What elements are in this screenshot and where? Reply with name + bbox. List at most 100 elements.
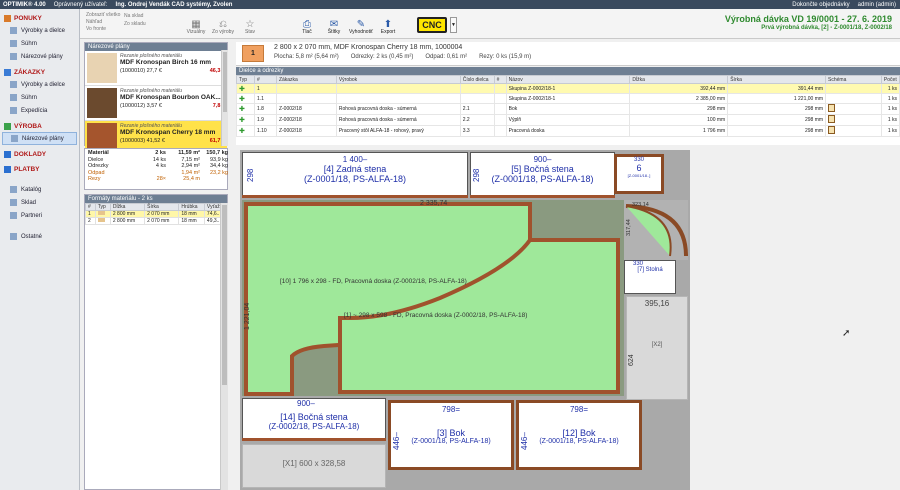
formats-col-header[interactable]: # <box>85 203 96 211</box>
piece-12[interactable]: 798= [12] Bok (Z-0001/18, PS-ALFA-18) <box>516 400 642 470</box>
piece-3[interactable]: 798= [3] Bok (Z-0001/18, PS-ALFA-18) <box>388 400 514 470</box>
piece-4[interactable]: 1 400– [4] Zadná stena (Z-0001/18, PS-AL… <box>242 152 468 197</box>
sidebar-section-2[interactable]: VÝROBA <box>0 121 79 132</box>
piece-12-ref: (Z-0001/18, PS-ALFA-18) <box>539 438 619 445</box>
material-item[interactable]: Rezanie plošného materiálu MDF Kronospan … <box>85 51 227 86</box>
plan-header: 1 2 800 x 2 070 mm, MDF Kronospan Cherry… <box>236 42 900 66</box>
from-stock-option[interactable]: Zo skladu <box>124 20 146 28</box>
table-row[interactable]: ✚ 1 Skupina Z-0002/18-1 392,44 mm 391,44 mm 1… <box>236 83 900 94</box>
sidebar-section-3[interactable]: DOKLADY <box>0 149 79 160</box>
toolbar-button-6[interactable]: ⬆ Export <box>376 11 400 35</box>
toolbar-button-5[interactable]: ✎ Vyhodnotiť <box>349 11 373 35</box>
to-stock-option[interactable]: Na sklad <box>124 12 146 20</box>
parts-col-header[interactable]: Schéma <box>825 75 882 84</box>
piece-6[interactable]: 330 6 [Z-0001/18..] <box>614 154 664 194</box>
sidebar-item-1-1[interactable]: Súhrn <box>0 91 79 104</box>
offcut-x2[interactable]: 395,16 [X2] <box>626 296 688 400</box>
piece-7-name: [7] Stolná <box>637 267 663 273</box>
part-type-icon: ✚ <box>236 83 255 94</box>
formats-col-header[interactable]: Hrúbka <box>178 203 205 211</box>
sidebar-item-5-2[interactable]: Partneri <box>0 209 79 222</box>
account-menu[interactable]: admin (admin) <box>858 2 896 8</box>
user-label: Oprávnený užívateľ: <box>53 1 108 8</box>
sidebar-item-1-2[interactable]: Expedícia <box>0 104 79 117</box>
plan-cuts: Rezy: 0 ks (15,9 m) <box>479 54 532 60</box>
toolbar-button-label: Vyhodnotiť <box>349 29 373 35</box>
plan-number[interactable]: 1 <box>242 45 264 62</box>
table-row[interactable]: ✚ 1.8 Z-0002/18 Rohová pracovná doska - súm… <box>236 103 900 115</box>
material-item[interactable]: Rezanie plošného materiálu MDF Kronospan … <box>85 86 227 121</box>
piece-14[interactable]: 900– [14] Bočná stena (Z-0002/18, PS-ALF… <box>242 398 386 440</box>
table-row[interactable]: ✚ 1.1 Skupina Z-0002/18-1 2 385,00 mm 1 221,… <box>236 93 900 104</box>
toolbar-button-1[interactable]: ⎌ Zo výroby <box>211 11 235 35</box>
piece-4-height: 298 <box>246 168 255 182</box>
parts-col-header[interactable]: Zákazka <box>275 75 337 84</box>
parts-col-header[interactable]: Číslo dielca <box>459 75 495 84</box>
cutting-plan-canvas[interactable]: 1 400– [4] Zadná stena (Z-0001/18, PS-AL… <box>240 150 690 490</box>
sidebar-item-0-1[interactable]: Súhrn <box>0 37 79 50</box>
sidebar-item-2-0[interactable]: Nárezové plány <box>2 132 77 145</box>
toolbar-button-0[interactable]: ▦ Vizuálny <box>184 11 208 35</box>
toolbar-button-2[interactable]: ☆ Stav <box>238 11 262 35</box>
table-row[interactable]: ✚ 1.10 Z-0002/18 Pracovný stôl ALFA-18 - ro… <box>236 125 900 137</box>
preview-option[interactable]: Náhľad <box>86 19 120 26</box>
parts-col-header[interactable]: Šírka <box>727 75 827 84</box>
desk-shape[interactable] <box>240 198 690 398</box>
piece-7[interactable]: 330 [7] Stolná <box>624 260 676 294</box>
piece-6-name: 6 <box>636 163 642 173</box>
cnc-dropdown[interactable]: ▼ <box>450 17 457 33</box>
sidebar-item-0-2[interactable]: Nárezové plány <box>0 50 79 63</box>
formats-scrollbar[interactable] <box>220 203 228 490</box>
cnc-button[interactable]: CNC <box>417 17 447 33</box>
piece-14-ref: (Z-0002/18, PS-ALFA-18) <box>268 422 360 431</box>
offcut-x1[interactable]: [X1] 600 x 328,58 <box>242 444 386 488</box>
orders-link[interactable]: Dokončte objednávky <box>792 2 849 8</box>
formats-col-header[interactable]: Šírka <box>144 203 180 211</box>
part-schema[interactable] <box>825 93 882 104</box>
part-zak <box>275 93 337 104</box>
sidebar-item-5-0[interactable]: Katalóg <box>0 183 79 196</box>
plans-scrollbar[interactable] <box>221 50 228 146</box>
show-all-option[interactable]: Zobraziť všetko <box>86 12 120 19</box>
part-naz: Skupina Z-0002/18-1 <box>505 93 631 104</box>
parts-col-header[interactable]: # <box>493 75 507 84</box>
part-n: 1.10 <box>253 125 277 137</box>
table-row[interactable]: 12 800 mm 2 070 mm 18 mm 74,6.. <box>85 210 228 218</box>
parts-col-header[interactable]: Typ <box>236 75 255 84</box>
stats-a: 28× <box>156 176 166 182</box>
queue-option[interactable]: Vo fronte <box>86 26 120 33</box>
parts-col-header[interactable]: # <box>253 75 277 84</box>
sidebar-section-1[interactable]: ZÁKAZKY <box>0 67 79 78</box>
parts-col-header[interactable]: Počet <box>880 75 900 84</box>
part-n2 <box>493 114 507 126</box>
mouse-cursor: ➚ <box>842 328 851 339</box>
part-schema[interactable] <box>825 103 882 115</box>
sidebar-item-0-0[interactable]: Výrobky a dielce <box>0 24 79 37</box>
parts-col-header[interactable]: Názov <box>505 75 631 84</box>
toolbar-button-label: Štítky <box>327 29 341 35</box>
toolbar-button-4[interactable]: ✉ Štítky <box>322 11 346 35</box>
material-name: MDF Kronospan Bourbon OAK... <box>120 94 221 101</box>
piece-5[interactable]: 900– [5] Bočná stena (Z-0001/18, PS-ALFA… <box>470 152 615 197</box>
part-schema[interactable] <box>825 114 882 126</box>
formats-col-header[interactable]: Typ <box>94 203 111 211</box>
part-schema[interactable] <box>825 83 882 94</box>
table-row[interactable]: ✚ 1.9 Z-0002/18 Rohová pracovná doska - súm… <box>236 114 900 126</box>
sidebar-section-0[interactable]: PONUKY <box>0 13 79 24</box>
parts-col-header[interactable]: Dĺžka <box>629 75 729 84</box>
material-count: (1000010) 27,7 € <box>120 68 162 74</box>
part-cd: 2.2 <box>459 114 495 126</box>
sidebar-item-1-0[interactable]: Výrobky a dielce <box>0 78 79 91</box>
table-row[interactable]: 22 800 mm 2 070 mm 18 mm 49,3.. <box>85 217 228 225</box>
formats-col-header[interactable]: Dĺžka <box>109 203 146 211</box>
sidebar-section-4[interactable]: PLATBY <box>0 164 79 175</box>
sidebar-item-6-0[interactable]: Ostatné <box>0 230 79 243</box>
part-naz: Pracovná doska <box>505 125 631 137</box>
sidebar-item-label: Sklad <box>21 199 37 206</box>
toolbar-button-3[interactable]: ⎙ Tlač <box>295 11 319 35</box>
parts-col-header[interactable]: Výrobok <box>335 75 461 84</box>
part-schema[interactable] <box>825 125 882 137</box>
section-title: DOKLADY <box>14 151 47 158</box>
sidebar-item-5-1[interactable]: Sklad <box>0 196 79 209</box>
